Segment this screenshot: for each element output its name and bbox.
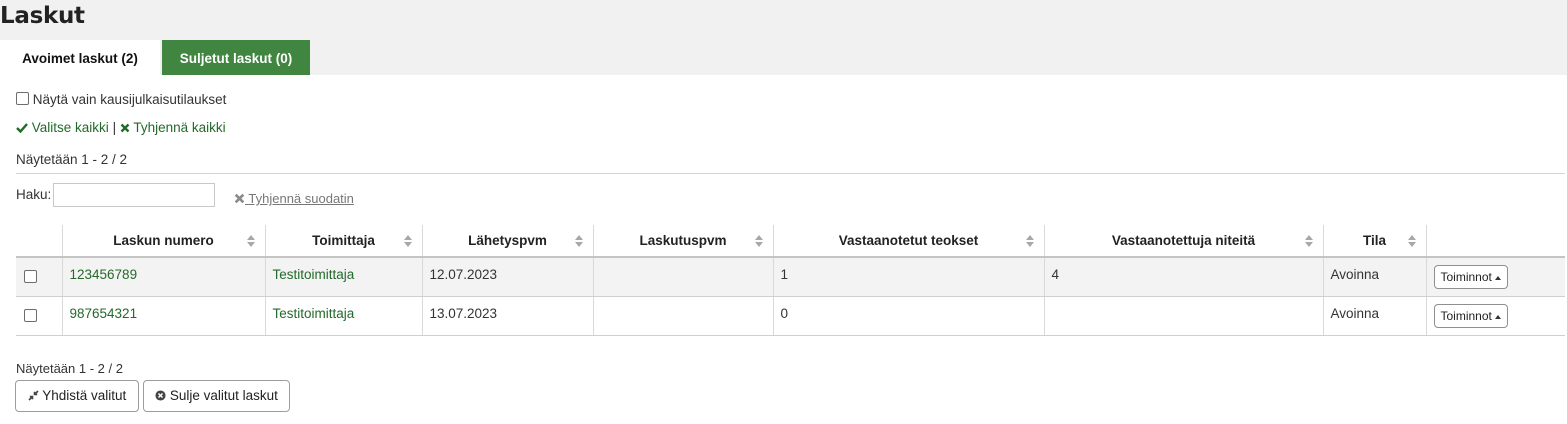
column-header-received-items[interactable]: Vastaanotettuja niteitä [1043,225,1323,258]
row-select-cell [16,257,62,297]
select-column-header [16,225,62,258]
select-all-label: Valitse kaikki [31,120,109,135]
seasonal-filter-checkbox[interactable] [16,92,29,105]
shipping-date-cell: 13.07.2023 [421,296,593,336]
close-selected-button[interactable]: Sulje valitut laskut [143,380,290,412]
invoices-table: Laskun numero Toimittaja Lähetyspvm Lask… [16,225,1565,336]
check-icon [16,123,28,134]
row-checkbox[interactable] [24,308,37,322]
column-header-label: Tila [1362,233,1386,248]
sort-icon [1025,235,1034,247]
actions-dropdown-button[interactable]: Toiminnot [1433,265,1508,289]
compress-icon [28,390,39,401]
selection-separator: | [112,120,117,135]
sort-icon [754,235,763,247]
times-icon [120,123,130,133]
received-items-cell: 4 [1043,257,1323,297]
column-header-shipping-date[interactable]: Lähetyspvm [421,225,593,258]
invoice-number-link[interactable]: 123456789 [70,267,138,282]
sort-icon [574,235,583,247]
table-row: 123456789 Testitoimittaja 12.07.2023 1 4… [16,257,1565,297]
row-checkbox[interactable] [24,270,37,283]
column-header-label: Vastaanotetut teokset [838,233,979,248]
actions-cell: Toiminnot [1425,257,1565,297]
clear-all-link[interactable]: Tyhjennä kaikki [120,120,226,135]
column-header-label: Laskutuspvm [639,233,727,248]
clear-filter-link[interactable]: Tyhjennä suodatin [234,191,354,206]
column-header-status[interactable]: Tila [1322,225,1426,258]
search-input[interactable] [53,183,215,207]
select-all-link[interactable]: Valitse kaikki [16,120,109,135]
divider [16,173,1565,174]
results-info-top: Näytetään 1 - 2 / 2 [16,152,128,167]
actions-label: Toiminnot [1440,308,1492,323]
received-titles-cell: 1 [772,257,1044,297]
invoice-date-cell [592,257,773,297]
shipping-date-cell: 12.07.2023 [421,257,593,297]
column-header-invoice-number[interactable]: Laskun numero [61,225,265,258]
times-circle-icon [155,390,166,401]
results-info-bottom: Näytetään 1 - 2 / 2 [16,361,123,376]
selection-links: Valitse kaikki | Tyhjennä kaikki [16,120,226,135]
tab-open-invoices[interactable]: Avoimet laskut (2) [0,40,160,75]
actions-dropdown-button[interactable]: Toiminnot [1433,303,1508,328]
table-header-row: Laskun numero Toimittaja Lähetyspvm Lask… [16,225,1565,258]
column-header-received-titles[interactable]: Vastaanotetut teokset [772,225,1044,258]
page-title: Laskut [0,3,85,29]
column-header-vendor[interactable]: Toimittaja [264,225,422,258]
tab-closed-invoices[interactable]: Suljetut laskut (0) [162,40,310,75]
table-row: 987654321 Testitoimittaja 13.07.2023 0 A… [16,296,1565,336]
sort-icon [1304,235,1313,247]
close-selected-label: Sulje valitut laskut [169,388,278,403]
clear-filter-label: Tyhjennä suodatin [248,191,354,206]
sort-icon [403,235,412,247]
column-header-label: Toimittaja [312,233,375,248]
times-icon [234,193,245,204]
seasonal-filter-label: Näytä vain kausijulkaisutilaukset [32,92,227,107]
vendor-link[interactable]: Testitoimittaja [273,267,355,282]
search-label: Haku: [16,187,52,202]
clear-all-label: Tyhjennä kaikki [133,120,226,135]
caret-up-icon [1494,276,1501,280]
actions-cell: Toiminnot [1425,296,1565,336]
actions-label: Toiminnot [1440,270,1492,284]
column-header-invoice-date[interactable]: Laskutuspvm [592,225,773,258]
vendor-link[interactable]: Testitoimittaja [273,306,355,321]
column-header-label: Vastaanotettuja niteitä [1111,233,1256,248]
invoice-date-cell [592,296,773,336]
invoice-number-link[interactable]: 987654321 [70,306,138,321]
received-items-cell [1043,296,1323,336]
received-titles-cell: 0 [772,296,1044,336]
status-cell: Avoinna [1322,296,1426,336]
column-header-label: Lähetyspvm [468,233,547,248]
merge-selected-button[interactable]: Yhdistä valitut [15,380,139,412]
merge-selected-label: Yhdistä valitut [42,388,127,403]
caret-up-icon [1494,314,1501,319]
seasonal-filter[interactable]: Näytä vain kausijulkaisutilaukset [16,92,226,107]
row-select-cell [16,296,62,336]
actions-column-header [1425,225,1565,258]
status-cell: Avoinna [1322,257,1426,297]
column-header-label: Laskun numero [113,233,214,248]
sort-icon [1407,235,1416,247]
sort-icon [246,235,255,247]
